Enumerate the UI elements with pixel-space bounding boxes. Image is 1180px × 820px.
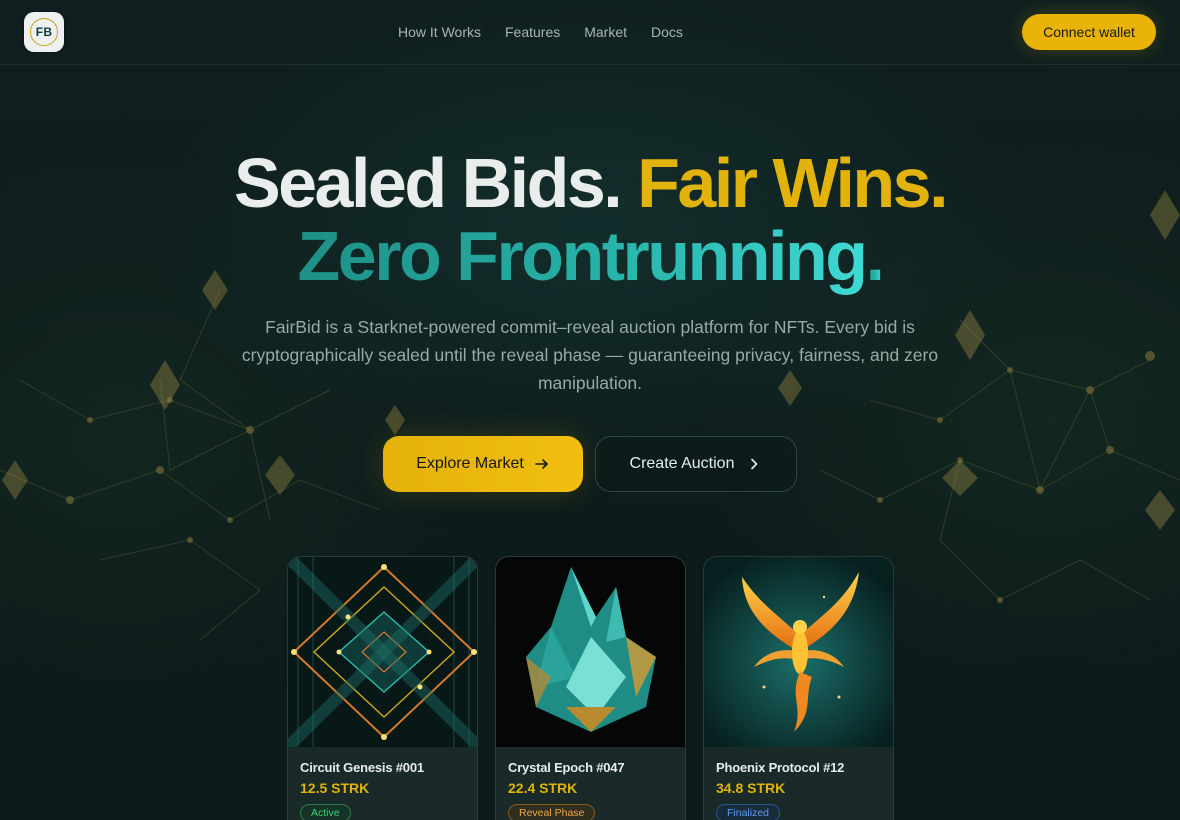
create-auction-button[interactable]: Create Auction <box>595 436 797 492</box>
nft-card-crystal-epoch[interactable]: Crystal Epoch #047 22.4 STRK Reveal Phas… <box>495 556 686 820</box>
hero-subtitle: FairBid is a Starknet-powered commit–rev… <box>241 317 939 393</box>
nft-card-phoenix-protocol[interactable]: Phoenix Protocol #12 34.8 STRK Finalized <box>703 556 894 820</box>
hero-title-part-zero-frontrunning: Zero Frontrunning <box>297 217 868 295</box>
status-badge-active: Active <box>300 804 351 820</box>
nav-features[interactable]: Features <box>505 24 560 40</box>
chevron-right-icon <box>746 456 762 472</box>
card-price: 22.4 STRK <box>508 780 578 796</box>
main-nav: How It Works Features Market Docs <box>398 24 683 40</box>
nft-image-crystal <box>496 557 685 747</box>
nav-market[interactable]: Market <box>584 24 627 40</box>
hero-title-dot-3: . <box>865 217 885 295</box>
explore-market-button[interactable]: Explore Market <box>383 436 583 492</box>
explore-market-label: Explore Market <box>416 455 524 472</box>
logo[interactable]: FB <box>24 12 64 52</box>
card-price: 12.5 STRK <box>300 780 370 796</box>
hero-title-part-sealed-bids: Sealed Bids <box>233 144 606 222</box>
hero-title-line-2: Zero Frontrunning. <box>0 216 1180 296</box>
top-navbar: FB How It Works Features Market Docs Con… <box>0 0 1180 65</box>
hero-title-line-1: Sealed Bids. Fair Wins. <box>0 143 1180 223</box>
nft-card-circuit-genesis[interactable]: Circuit Genesis #001 12.5 STRK Active <box>287 556 478 820</box>
arrow-right-icon <box>534 456 550 472</box>
status-badge-reveal-phase: Reveal Phase <box>508 804 596 820</box>
card-title: Crystal Epoch #047 <box>508 760 625 775</box>
logo-text: FB <box>30 18 58 46</box>
create-auction-label: Create Auction <box>629 455 735 472</box>
card-title: Phoenix Protocol #12 <box>716 760 845 775</box>
card-title: Circuit Genesis #001 <box>300 760 424 775</box>
status-badge-finalized: Finalized <box>716 804 781 820</box>
hero-title-dot-2: . <box>929 144 948 222</box>
nft-image-circuit <box>288 557 477 747</box>
card-price: 34.8 STRK <box>716 780 786 796</box>
nav-how-it-works[interactable]: How It Works <box>398 24 481 40</box>
page: FB How It Works Features Market Docs Con… <box>0 0 1180 820</box>
nav-docs[interactable]: Docs <box>651 24 683 40</box>
connect-wallet-button[interactable]: Connect wallet <box>1022 14 1156 50</box>
nft-image-phoenix <box>704 557 893 747</box>
hero-title-dot-1: . <box>603 144 622 222</box>
hero-title-part-fair-wins: Fair Wins <box>637 144 931 222</box>
